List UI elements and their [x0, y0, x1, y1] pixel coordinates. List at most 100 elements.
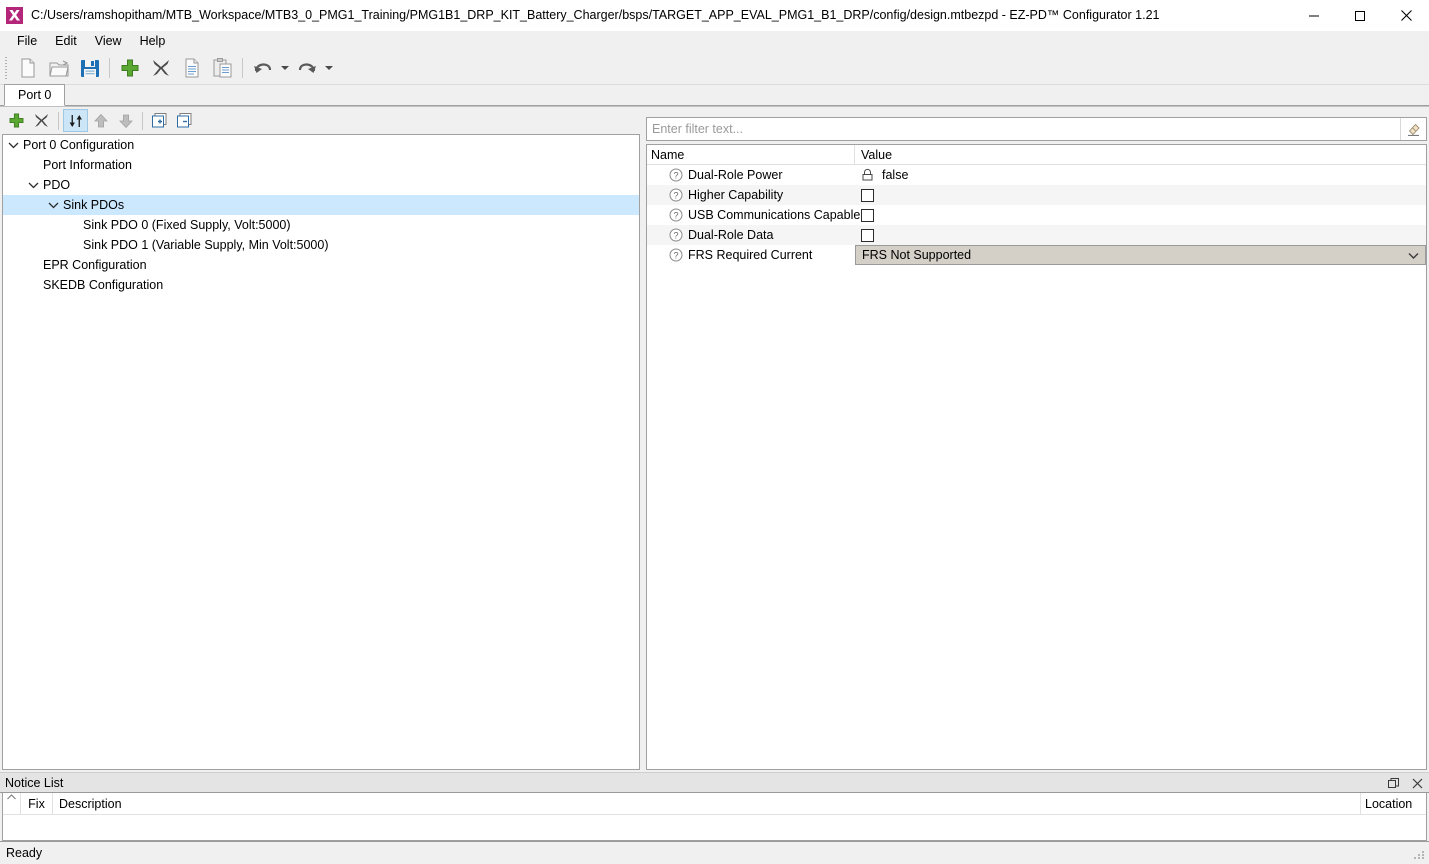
menu-help[interactable]: Help	[131, 32, 175, 51]
window-title: C:/Users/ramshopitham/MTB_Workspace/MTB3…	[31, 8, 1160, 22]
add-button[interactable]	[114, 54, 145, 83]
tree-item[interactable]: Sink PDO 1 (Variable Supply, Min Volt:50…	[3, 235, 639, 255]
property-row[interactable]: ? Higher Capability	[647, 185, 1426, 205]
toolbar-grip[interactable]	[2, 57, 10, 79]
checkbox[interactable]	[861, 208, 874, 222]
redo-button[interactable]	[291, 54, 322, 83]
property-value-cell[interactable]	[855, 225, 1426, 245]
svg-text:?: ?	[673, 250, 678, 260]
new-file-button[interactable]	[12, 54, 43, 83]
paste-button[interactable]	[207, 54, 238, 83]
configuration-tree[interactable]: Port 0 Configuration Port Information PDO S…	[2, 134, 640, 770]
resize-grip-icon[interactable]	[1414, 849, 1426, 861]
menu-edit[interactable]: Edit	[46, 32, 86, 51]
column-header-name[interactable]: Name	[647, 145, 855, 164]
tree-move-down-button[interactable]	[113, 109, 138, 132]
property-value: FRS Not Supported	[862, 248, 972, 262]
notice-list-table: Fix Description Location	[2, 792, 1427, 841]
tree-delete-button[interactable]	[29, 109, 54, 132]
chevron-down-icon[interactable]	[23, 175, 43, 195]
menu-bar: File Edit View Help	[0, 31, 1429, 52]
column-header-fix[interactable]: Fix	[21, 792, 53, 815]
tree-item[interactable]: Sink PDO 0 (Fixed Supply, Volt:5000)	[3, 215, 639, 235]
tree-item[interactable]: Sink PDOs	[3, 195, 639, 215]
maximize-icon[interactable]	[1337, 0, 1383, 31]
column-header-location[interactable]: Location	[1360, 792, 1426, 815]
eraser-icon[interactable]	[1400, 118, 1426, 140]
property-row[interactable]: ? USB Communications Capable	[647, 205, 1426, 225]
property-row[interactable]: ? Dual-Role Power false	[647, 165, 1426, 185]
restore-panel-icon[interactable]	[1385, 775, 1401, 791]
status-message: Ready	[6, 846, 43, 860]
tab-label: Port 0	[18, 88, 52, 102]
tree-move-up-button[interactable]	[88, 109, 113, 132]
lock-icon	[861, 168, 874, 182]
save-button[interactable]	[74, 54, 105, 83]
tree-item-label: Port Information	[43, 158, 132, 172]
column-header-description[interactable]: Description	[53, 793, 1360, 815]
help-icon[interactable]: ?	[669, 228, 683, 242]
checkbox[interactable]	[861, 188, 874, 202]
chevron-down-icon[interactable]	[3, 135, 23, 155]
tree-item-label: SKEDB Configuration	[43, 278, 164, 292]
property-label: USB Communications Capable	[688, 208, 861, 222]
help-icon[interactable]: ?	[669, 168, 683, 182]
property-name-cell: ? Higher Capability	[647, 185, 855, 205]
toolbar-separator	[242, 58, 243, 78]
open-file-button[interactable]	[43, 54, 74, 83]
properties-table: Name Value ? Dual-Role Power false? Higher …	[646, 144, 1427, 770]
chevron-down-icon[interactable]	[1408, 252, 1419, 259]
property-value-cell[interactable]: FRS Not Supported	[855, 245, 1426, 265]
property-label: Dual-Role Power	[688, 168, 783, 182]
tree-twisty-placeholder	[23, 155, 43, 175]
window-controls	[1291, 0, 1429, 31]
search-input[interactable]	[647, 119, 1400, 139]
svg-text:?: ?	[673, 170, 678, 180]
menu-view[interactable]: View	[86, 32, 131, 51]
property-row[interactable]: ? FRS Required Current FRS Not Supported	[647, 245, 1426, 265]
minimize-icon[interactable]	[1291, 0, 1337, 31]
tree-toolbar	[0, 107, 642, 134]
close-icon[interactable]	[1409, 775, 1425, 791]
help-icon[interactable]: ?	[669, 188, 683, 202]
tree-item[interactable]: Port 0 Configuration	[3, 135, 639, 155]
property-row[interactable]: ? Dual-Role Data	[647, 225, 1426, 245]
chevron-up-icon[interactable]	[3, 792, 21, 815]
tree-add-button[interactable]	[4, 109, 29, 132]
tree-item[interactable]: PDO	[3, 175, 639, 195]
tab-port-0[interactable]: Port 0	[4, 84, 66, 106]
menu-file[interactable]: File	[8, 32, 46, 51]
tree-item-label: Port 0 Configuration	[23, 138, 135, 152]
undo-dropdown-chevron-down-icon[interactable]	[278, 54, 291, 83]
tree-toolbar-separator	[58, 111, 59, 130]
tree-item[interactable]: SKEDB Configuration	[3, 275, 639, 295]
svg-text:?: ?	[673, 230, 678, 240]
help-icon[interactable]: ?	[669, 208, 683, 222]
notice-list-title: Notice List	[5, 775, 64, 790]
tree-pane: Port 0 Configuration Port Information PDO S…	[0, 107, 642, 772]
tree-item[interactable]: Port Information	[3, 155, 639, 175]
undo-button[interactable]	[247, 54, 278, 83]
tree-sort-button[interactable]	[63, 109, 88, 132]
main-toolbar	[0, 52, 1429, 85]
svg-text:?: ?	[673, 190, 678, 200]
property-name-cell: ? USB Communications Capable	[647, 205, 860, 225]
property-value-cell[interactable]	[855, 205, 1426, 225]
property-name-cell: ? FRS Required Current	[647, 245, 855, 265]
status-bar: Ready	[0, 841, 1429, 864]
help-icon[interactable]: ?	[669, 248, 683, 262]
close-icon[interactable]	[1383, 0, 1429, 31]
delete-button[interactable]	[145, 54, 176, 83]
chevron-down-icon[interactable]	[43, 195, 63, 215]
column-header-value[interactable]: Value	[855, 145, 1426, 164]
tree-expand-all-button[interactable]	[147, 109, 172, 132]
copy-button[interactable]	[176, 54, 207, 83]
property-value-cell[interactable]	[855, 185, 1426, 205]
tree-collapse-all-button[interactable]	[172, 109, 197, 132]
tree-item-label: Sink PDO 1 (Variable Supply, Min Volt:50…	[83, 238, 329, 252]
checkbox[interactable]	[861, 228, 874, 242]
tree-item[interactable]: EPR Configuration	[3, 255, 639, 275]
notice-list-actions	[1385, 773, 1425, 793]
redo-dropdown-chevron-down-icon[interactable]	[322, 54, 335, 83]
notice-list-title-bar: Notice List	[0, 773, 1429, 793]
